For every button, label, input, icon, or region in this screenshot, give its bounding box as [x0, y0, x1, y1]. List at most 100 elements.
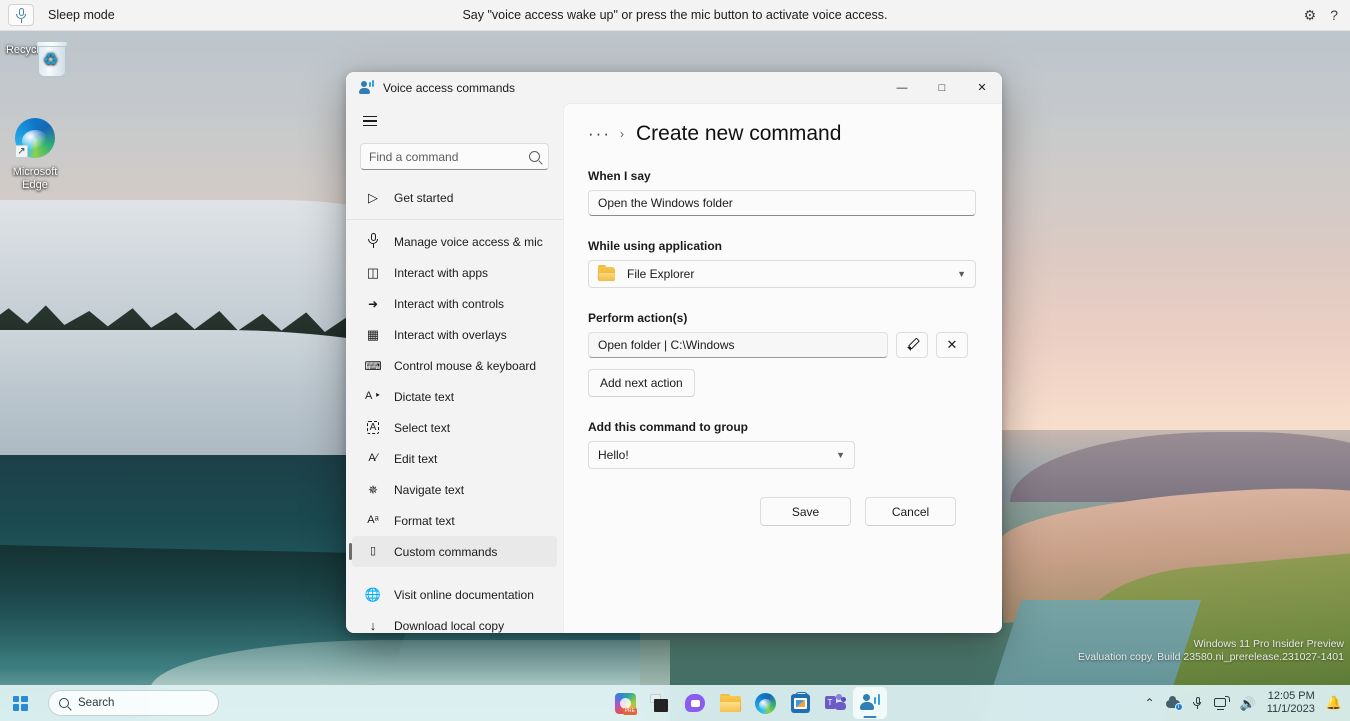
group-dropdown-value: Hello! — [598, 448, 629, 462]
sidebar-item-custom-commands[interactable]: ▯ Custom commands — [349, 536, 557, 567]
taskbar-search[interactable]: Search — [48, 690, 219, 716]
breadcrumb-separator: › — [619, 127, 624, 141]
sidebar-item-select-text[interactable]: A Select text — [352, 412, 557, 443]
action-value-input[interactable]: Open folder | C:\Windows — [588, 332, 888, 358]
sidebar-item-label: Interact with controls — [394, 296, 505, 311]
application-dropdown[interactable]: File Explorer ▼ — [588, 260, 976, 288]
chat-icon — [685, 694, 705, 712]
hamburger-menu-icon[interactable] — [352, 105, 388, 137]
taskbar-app-copilot[interactable]: PRE — [608, 687, 642, 719]
network-icon[interactable] — [1213, 695, 1230, 710]
dialog-buttons: Save Cancel — [588, 497, 978, 526]
taskbar-app-widgets[interactable] — [643, 687, 677, 719]
breadcrumb: ··· › Create new command — [588, 122, 978, 146]
maximize-button[interactable]: □ — [922, 72, 962, 103]
sidebar-item-label: Visit online documentation — [394, 587, 534, 602]
cursor-arrow-icon: ➜ — [367, 296, 379, 311]
microsoft-store-icon — [790, 691, 810, 713]
watermark-line-1: Windows 11 Pro Insider Preview — [1193, 638, 1344, 650]
search-icon — [59, 698, 69, 708]
sidebar-item-dictate-text[interactable]: A ‣ Dictate text — [352, 381, 557, 412]
taskbar-app-microsoft-store[interactable] — [783, 687, 817, 719]
action-row: Open folder | C:\Windows ✕ — [588, 332, 978, 358]
sidebar-item-control-mouse-keyboard[interactable]: ⌨ Control mouse & keyboard — [352, 350, 557, 381]
sidebar: ▷ Get started Manage voice access & mic — [346, 103, 563, 633]
sidebar-item-label: Select text — [394, 420, 451, 435]
sidebar-item-interact-with-controls[interactable]: ➜ Interact with controls — [352, 288, 557, 319]
onedrive-badge: i — [1174, 702, 1183, 711]
close-button[interactable]: ✕ — [962, 72, 1002, 103]
window-titlebar: Voice access commands — □ ✕ — [346, 72, 1002, 103]
delete-action-button[interactable]: ✕ — [936, 332, 968, 358]
while-using-application-group: While using application File Explorer ▼ — [588, 239, 978, 288]
onedrive-icon[interactable]: i — [1165, 696, 1183, 711]
while-using-application-label: While using application — [588, 239, 723, 253]
sidebar-item-format-text[interactable]: Aᵃ Format text — [352, 505, 557, 536]
taskbar-search-label: Search — [78, 697, 115, 709]
when-i-say-label: When I say — [588, 169, 651, 183]
search-input[interactable] — [369, 149, 529, 164]
volume-icon[interactable]: 🔊 — [1240, 697, 1256, 710]
clock[interactable]: 12:05 PM 11/1/2023 — [1267, 690, 1315, 716]
edge-icon: ↗ — [2, 118, 68, 162]
save-button[interactable]: Save — [760, 497, 851, 526]
file-explorer-icon — [719, 693, 741, 712]
sidebar-item-get-started[interactable]: ▷ Get started — [352, 182, 557, 213]
sidebar-item-label: Edit text — [394, 451, 438, 466]
edge-icon — [754, 692, 776, 714]
desktop-icon-recycle-bin[interactable]: ♻ Recycle Bin — [2, 40, 68, 77]
voice-access-message: Say "voice access wake up" or press the … — [462, 8, 888, 22]
select-text-icon: A — [364, 420, 382, 434]
minimize-button[interactable]: — — [882, 72, 922, 103]
edit-text-icon: A∕ — [368, 452, 378, 464]
taskbar-app-teams[interactable]: T — [818, 687, 852, 719]
taskbar-app-voice-access[interactable] — [853, 687, 887, 719]
download-icon: ↓ — [369, 618, 377, 633]
taskbar: Search PRE T ⌃ i 🔊 12:05 PM 11/1/2023 🔔 — [0, 685, 1350, 721]
sidebar-item-visit-online-documentation[interactable]: 🌐 Visit online documentation — [352, 579, 557, 610]
add-next-action-button[interactable]: Add next action — [588, 369, 695, 397]
taskbar-app-chat[interactable] — [678, 687, 712, 719]
start-button[interactable] — [8, 691, 32, 715]
windows-start-icon — [12, 695, 28, 711]
sidebar-item-label: Manage voice access & mic — [394, 234, 543, 249]
search-icon — [529, 151, 540, 162]
desktop-icon-microsoft-edge[interactable]: ↗ Microsoft Edge — [2, 118, 68, 192]
taskbar-left: Search — [8, 690, 219, 716]
sidebar-item-interact-with-apps[interactable]: ◫ Interact with apps — [352, 257, 557, 288]
sidebar-item-label: Get started — [394, 190, 454, 205]
sidebar-search[interactable] — [360, 143, 549, 170]
close-x-icon: ✕ — [946, 337, 958, 352]
teams-icon: T — [824, 693, 846, 713]
sidebar-item-download-local-copy[interactable]: ↓ Download local copy — [352, 610, 557, 633]
taskbar-app-edge[interactable] — [748, 687, 782, 719]
sidebar-item-edit-text[interactable]: A∕ Edit text — [352, 443, 557, 474]
globe-icon: 🌐 — [364, 587, 382, 602]
window-body: ▷ Get started Manage voice access & mic — [346, 103, 1002, 633]
breadcrumb-overflow-button[interactable]: ··· — [588, 125, 611, 142]
keyboard-mouse-icon: ⌨ — [364, 358, 382, 373]
microphone-icon[interactable] — [1193, 696, 1203, 710]
sidebar-item-label: Dictate text — [394, 389, 455, 404]
chevron-up-icon[interactable]: ⌃ — [1144, 697, 1154, 709]
group-dropdown[interactable]: Hello! ▼ — [588, 441, 855, 469]
bell-icon[interactable]: 🔔 — [1326, 695, 1342, 711]
grid-overlay-icon: ▦ — [366, 327, 380, 342]
teams-icon-letter: T — [824, 695, 836, 709]
application-dropdown-value: File Explorer — [627, 267, 695, 281]
cancel-button[interactable]: Cancel — [865, 497, 956, 526]
edit-action-button[interactable] — [896, 332, 928, 358]
sidebar-item-interact-with-overlays[interactable]: ▦ Interact with overlays — [352, 319, 557, 350]
voice-access-icon — [859, 693, 881, 713]
add-to-group-group: Add this command to group Hello! ▼ — [588, 420, 978, 469]
sidebar-item-navigate-text[interactable]: ✵ Navigate text — [352, 474, 557, 505]
sidebar-item-label: Interact with apps — [394, 265, 489, 280]
clock-date: 11/1/2023 — [1266, 703, 1315, 715]
taskbar-app-file-explorer[interactable] — [713, 687, 747, 719]
sidebar-item-label: Custom commands — [394, 544, 498, 559]
when-i-say-input[interactable]: Open the Windows folder — [588, 190, 976, 216]
sidebar-item-manage-voice-access-mic[interactable]: Manage voice access & mic — [352, 226, 557, 257]
pencil-icon — [906, 339, 919, 352]
add-to-group-label: Add this command to group — [588, 420, 748, 434]
clock-time: 12:05 PM — [1267, 690, 1315, 702]
